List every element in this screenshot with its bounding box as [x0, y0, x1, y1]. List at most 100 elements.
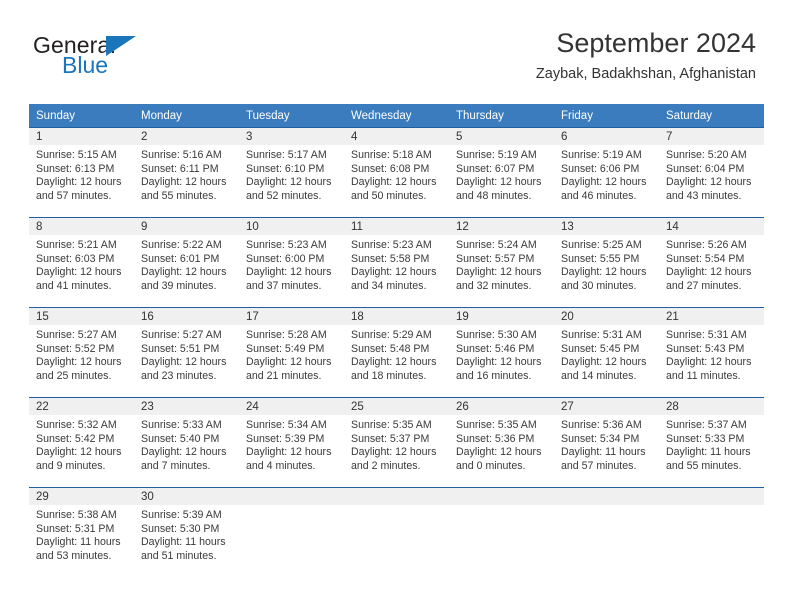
calendar-body: 1 Sunrise: 5:15 AM Sunset: 6:13 PM Daylight…	[29, 127, 764, 577]
day-number: 14	[659, 218, 764, 235]
daylight-duration-line1: Daylight: 12 hours	[351, 266, 437, 278]
daylight-duration-line2: and 57 minutes.	[36, 189, 112, 202]
calendar-day-cell[interactable]: 9 Sunrise: 5:22 AM Sunset: 6:01 PM Daylight…	[134, 217, 239, 308]
sunrise-time: Sunrise: 5:37 AM	[666, 419, 747, 431]
calendar-day-cell[interactable]: 6 Sunrise: 5:19 AM Sunset: 6:06 PM Daylight…	[554, 127, 659, 218]
day-cell-inner: 23 Sunrise: 5:33 AM Sunset: 5:40 PM Dayligh…	[134, 398, 239, 487]
calendar-day-cell[interactable]: 21 Sunrise: 5:31 AM Sunset: 5:43 PM Dayligh…	[659, 307, 764, 398]
calendar-day-cell[interactable]: 13 Sunrise: 5:25 AM Sunset: 5:55 PM Dayligh…	[554, 217, 659, 308]
calendar-day-cell[interactable]: 4 Sunrise: 5:18 AM Sunset: 6:08 PM Daylight…	[344, 127, 449, 218]
weekday-header-tuesday: Tuesday	[239, 104, 344, 128]
calendar-day-cell[interactable]: 5 Sunrise: 5:19 AM Sunset: 6:07 PM Daylight…	[449, 127, 554, 218]
calendar-day-cell[interactable]: 17 Sunrise: 5:28 AM Sunset: 5:49 PM Dayligh…	[239, 307, 344, 398]
day-number: 1	[29, 128, 134, 145]
daylight-duration-line2: and 30 minutes.	[561, 279, 637, 292]
sunrise-time: Sunrise: 5:30 AM	[456, 329, 537, 341]
daylight-duration-line2: and 18 minutes.	[351, 369, 427, 382]
calendar-day-cell[interactable]: 8 Sunrise: 5:21 AM Sunset: 6:03 PM Daylight…	[29, 217, 134, 308]
calendar-day-cell[interactable]: 14 Sunrise: 5:26 AM Sunset: 5:54 PM Dayligh…	[659, 217, 764, 308]
sunrise-time: Sunrise: 5:26 AM	[666, 239, 747, 251]
daylight-duration-line2: and 9 minutes.	[36, 459, 106, 472]
calendar-day-cell[interactable]: 3 Sunrise: 5:17 AM Sunset: 6:10 PM Daylight…	[239, 127, 344, 218]
sunset-time: Sunset: 5:33 PM	[666, 432, 745, 445]
daylight-duration-line1: Daylight: 12 hours	[351, 356, 437, 368]
day-cell-inner: 12 Sunrise: 5:24 AM Sunset: 5:57 PM Dayligh…	[449, 218, 554, 307]
day-cell-inner: 20 Sunrise: 5:31 AM Sunset: 5:45 PM Dayligh…	[554, 308, 659, 397]
sunset-time: Sunset: 5:36 PM	[456, 432, 535, 445]
daylight-duration-line2: and 11 minutes.	[666, 369, 741, 382]
day-number: 29	[29, 488, 134, 505]
day-number: 26	[449, 398, 554, 415]
day-details	[239, 505, 344, 509]
sunrise-time: Sunrise: 5:27 AM	[141, 329, 222, 341]
day-details: Sunrise: 5:29 AM Sunset: 5:48 PM Daylight:…	[344, 325, 449, 383]
sunset-time: Sunset: 5:48 PM	[351, 342, 430, 355]
daylight-duration-line1: Daylight: 12 hours	[351, 446, 437, 458]
calendar-day-cell-empty	[344, 487, 449, 577]
general-blue-logo[interactable]: General Blue	[33, 32, 213, 82]
day-cell-inner: 1 Sunrise: 5:15 AM Sunset: 6:13 PM Daylight…	[29, 128, 134, 217]
daylight-duration-line1: Daylight: 12 hours	[666, 356, 752, 368]
daylight-duration-line2: and 41 minutes.	[36, 279, 112, 292]
day-cell-inner	[239, 488, 344, 577]
calendar-day-cell[interactable]: 29 Sunrise: 5:38 AM Sunset: 5:31 PM Dayligh…	[29, 487, 134, 577]
calendar-day-cell[interactable]: 24 Sunrise: 5:34 AM Sunset: 5:39 PM Dayligh…	[239, 397, 344, 488]
calendar-day-cell[interactable]: 30 Sunrise: 5:39 AM Sunset: 5:30 PM Dayligh…	[134, 487, 239, 577]
sunset-time: Sunset: 6:11 PM	[141, 162, 219, 175]
calendar-day-cell[interactable]: 22 Sunrise: 5:32 AM Sunset: 5:42 PM Dayligh…	[29, 397, 134, 488]
calendar-day-cell[interactable]: 28 Sunrise: 5:37 AM Sunset: 5:33 PM Dayligh…	[659, 397, 764, 488]
sunrise-time: Sunrise: 5:23 AM	[246, 239, 327, 251]
day-details: Sunrise: 5:35 AM Sunset: 5:37 PM Daylight:…	[344, 415, 449, 473]
calendar-day-cell[interactable]: 10 Sunrise: 5:23 AM Sunset: 6:00 PM Dayligh…	[239, 217, 344, 308]
day-cell-inner: 29 Sunrise: 5:38 AM Sunset: 5:31 PM Dayligh…	[29, 488, 134, 577]
daylight-duration-line2: and 52 minutes.	[246, 189, 322, 202]
sunset-time: Sunset: 5:57 PM	[456, 252, 535, 265]
calendar-day-cell[interactable]: 12 Sunrise: 5:24 AM Sunset: 5:57 PM Dayligh…	[449, 217, 554, 308]
day-cell-inner: 3 Sunrise: 5:17 AM Sunset: 6:10 PM Daylight…	[239, 128, 344, 217]
daylight-duration-line2: and 21 minutes.	[246, 369, 322, 382]
sunset-time: Sunset: 5:51 PM	[141, 342, 220, 355]
day-cell-inner: 21 Sunrise: 5:31 AM Sunset: 5:43 PM Dayligh…	[659, 308, 764, 397]
day-details: Sunrise: 5:15 AM Sunset: 6:13 PM Daylight:…	[29, 145, 134, 203]
daylight-duration-line1: Daylight: 12 hours	[141, 446, 227, 458]
calendar-day-cell[interactable]: 18 Sunrise: 5:29 AM Sunset: 5:48 PM Dayligh…	[344, 307, 449, 398]
day-number: 16	[134, 308, 239, 325]
calendar-day-cell[interactable]: 20 Sunrise: 5:31 AM Sunset: 5:45 PM Dayligh…	[554, 307, 659, 398]
day-cell-inner: 4 Sunrise: 5:18 AM Sunset: 6:08 PM Daylight…	[344, 128, 449, 217]
calendar-day-cell[interactable]: 26 Sunrise: 5:35 AM Sunset: 5:36 PM Dayligh…	[449, 397, 554, 488]
calendar-day-cell[interactable]: 19 Sunrise: 5:30 AM Sunset: 5:46 PM Dayligh…	[449, 307, 554, 398]
sunset-time: Sunset: 6:08 PM	[351, 162, 430, 175]
calendar-day-cell[interactable]: 15 Sunrise: 5:27 AM Sunset: 5:52 PM Dayligh…	[29, 307, 134, 398]
logo-text-blue: Blue	[62, 52, 109, 78]
daylight-duration-line1: Daylight: 12 hours	[246, 356, 332, 368]
day-cell-inner: 27 Sunrise: 5:36 AM Sunset: 5:34 PM Dayligh…	[554, 398, 659, 487]
day-number: 18	[344, 308, 449, 325]
day-number: 13	[554, 218, 659, 235]
day-details: Sunrise: 5:37 AM Sunset: 5:33 PM Daylight:…	[659, 415, 764, 473]
day-cell-inner: 28 Sunrise: 5:37 AM Sunset: 5:33 PM Dayligh…	[659, 398, 764, 487]
calendar-day-cell[interactable]: 25 Sunrise: 5:35 AM Sunset: 5:37 PM Dayligh…	[344, 397, 449, 488]
calendar-day-cell[interactable]: 16 Sunrise: 5:27 AM Sunset: 5:51 PM Dayligh…	[134, 307, 239, 398]
sunrise-time: Sunrise: 5:35 AM	[351, 419, 432, 431]
daylight-duration-line1: Daylight: 12 hours	[246, 446, 332, 458]
daylight-duration-line1: Daylight: 12 hours	[666, 266, 752, 278]
calendar-page: General Blue September 2024 Zaybak, Bada…	[0, 0, 792, 612]
daylight-duration-line2: and 32 minutes.	[456, 279, 532, 292]
calendar-day-cell[interactable]: 2 Sunrise: 5:16 AM Sunset: 6:11 PM Daylight…	[134, 127, 239, 218]
day-number	[239, 488, 344, 505]
day-cell-inner: 11 Sunrise: 5:23 AM Sunset: 5:58 PM Dayligh…	[344, 218, 449, 307]
calendar-day-cell[interactable]: 1 Sunrise: 5:15 AM Sunset: 6:13 PM Daylight…	[29, 127, 134, 218]
sunset-time: Sunset: 6:00 PM	[246, 252, 325, 265]
calendar-day-cell[interactable]: 11 Sunrise: 5:23 AM Sunset: 5:58 PM Dayligh…	[344, 217, 449, 308]
day-number: 23	[134, 398, 239, 415]
sunrise-time: Sunrise: 5:18 AM	[351, 149, 432, 161]
sunset-time: Sunset: 5:31 PM	[36, 522, 115, 535]
calendar-day-cell[interactable]: 7 Sunrise: 5:20 AM Sunset: 6:04 PM Daylight…	[659, 127, 764, 218]
daylight-duration-line2: and 23 minutes.	[141, 369, 217, 382]
calendar-day-cell[interactable]: 27 Sunrise: 5:36 AM Sunset: 5:34 PM Dayligh…	[554, 397, 659, 488]
daylight-duration-line2: and 4 minutes.	[246, 459, 316, 472]
calendar-day-cell[interactable]: 23 Sunrise: 5:33 AM Sunset: 5:40 PM Dayligh…	[134, 397, 239, 488]
daylight-duration-line2: and 53 minutes.	[36, 549, 112, 562]
sunrise-time: Sunrise: 5:19 AM	[561, 149, 642, 161]
daylight-duration-line2: and 37 minutes.	[246, 279, 322, 292]
